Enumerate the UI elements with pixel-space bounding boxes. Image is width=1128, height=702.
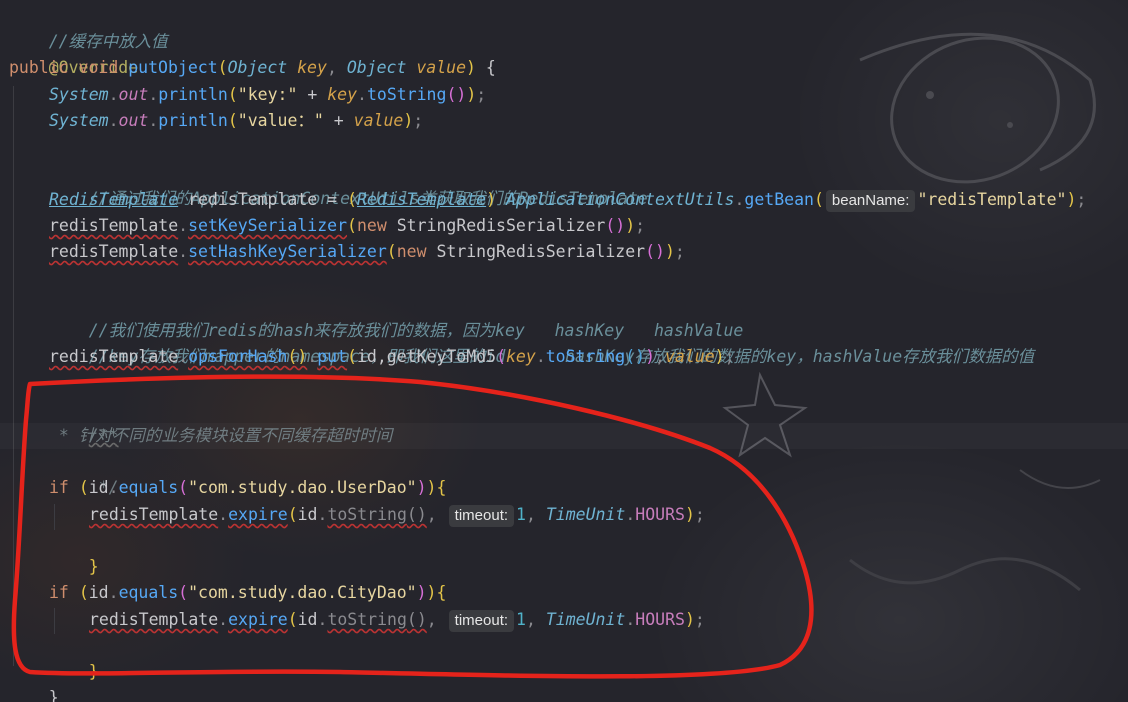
code-editor[interactable]: //缓存中放入值 @Override public void putObject… (0, 0, 1128, 702)
red-highlight-circle-annotation (11, 374, 814, 679)
